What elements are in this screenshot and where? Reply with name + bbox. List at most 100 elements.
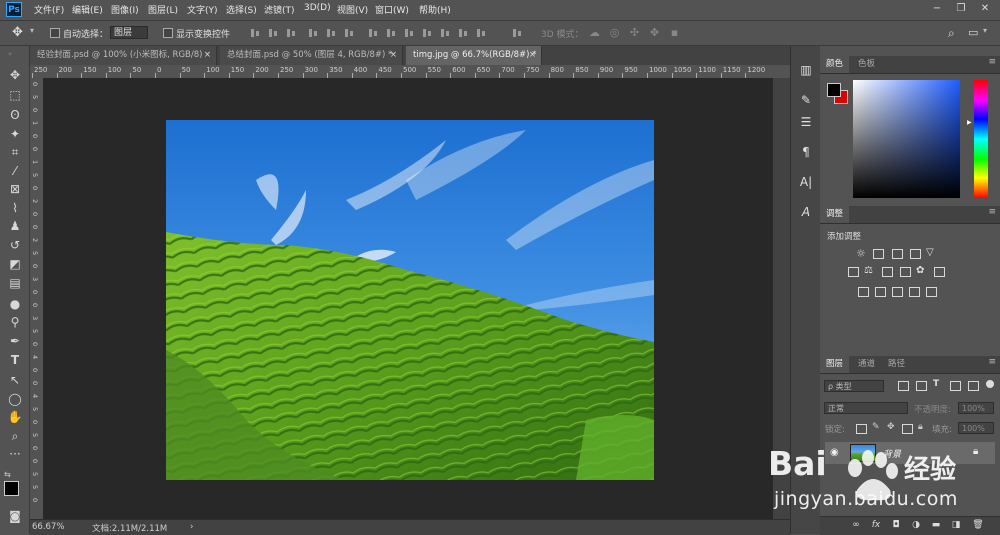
auto-select-checkbox[interactable] [50,28,60,38]
3d-slide-icon[interactable]: ✥ [648,26,661,39]
threshold-icon[interactable] [892,287,903,297]
distribute-vcenter-icon[interactable] [386,27,396,38]
opacity-input[interactable]: 100% [958,402,994,414]
distribute-hcenter-icon[interactable] [440,27,450,38]
tab-document-3[interactable]: timg.jpg @ 66.7%(RGB/8#) * × [406,46,542,65]
minimize-button[interactable]: − [926,2,948,16]
history-icon[interactable]: ▥ [798,62,814,78]
collapse-icon[interactable]: » [8,50,12,58]
marquee-icon[interactable]: ⬚ [7,87,23,103]
tab-document-2[interactable]: 总结封面.psd @ 50% (图层 4, RGB/8#) * × [220,46,403,65]
filter-smart-object-icon[interactable] [968,381,979,391]
zoom-icon[interactable]: ⌕ [7,428,23,444]
lock-all-icon[interactable]: 🔒︎ [918,422,923,432]
align-hcenter-icon[interactable] [326,27,336,38]
tab-paths[interactable]: 路径 [882,356,911,373]
gradient-map-icon[interactable] [926,287,937,297]
path-select-icon[interactable]: ↖ [7,372,23,388]
align-vcenter-icon[interactable] [268,27,278,38]
type-icon[interactable]: T [7,352,23,368]
lock-position-icon[interactable]: ✥ [887,422,895,432]
photo-filter-icon[interactable] [900,267,911,277]
color-lookup-icon[interactable] [934,267,945,277]
more-tools-icon[interactable]: ··· [7,446,23,462]
tab-swatches[interactable]: 色板 [852,56,881,73]
align-right-icon[interactable] [344,27,354,38]
hand-icon[interactable]: ✋ [7,409,23,425]
history-brush-icon[interactable]: ↺ [7,237,23,253]
new-group-icon[interactable]: ▬ [930,519,942,531]
panel-menu-icon[interactable]: ≡ [988,207,996,217]
vibrance-icon[interactable]: ▽ [926,247,934,258]
auto-align-icon[interactable] [476,27,486,38]
gradient-icon[interactable]: ▤ [7,275,23,291]
filter-shape-icon[interactable] [950,381,961,391]
panel-menu-icon[interactable]: ≡ [988,357,996,367]
menu-edit[interactable]: 编辑(E) [72,3,103,16]
layer-style-icon[interactable]: fx [870,519,882,531]
move-icon[interactable]: ✥ [7,67,23,83]
menu-select[interactable]: 选择(S) [226,3,257,16]
3d-rotate-icon[interactable]: ☁ [588,26,601,39]
align-bottom-icon[interactable] [286,27,296,38]
filter-adjustment-icon[interactable] [916,381,927,391]
blend-mode-dropdown[interactable]: 正常 [824,402,908,414]
distribute-bottom-icon[interactable] [404,27,414,38]
menu-type[interactable]: 文字(Y) [187,3,218,16]
status-menu-arrow[interactable]: › [190,522,193,532]
dodge-icon[interactable]: ⚲ [7,314,23,330]
hue-slider-handle-icon[interactable]: ▶ [967,119,972,126]
brush-icon[interactable]: ⌇ [7,200,23,216]
quick-mask-icon[interactable]: ◙ [7,508,23,524]
levels-icon[interactable] [873,249,884,259]
close-button[interactable]: ✕ [974,2,996,16]
lock-transparent-icon[interactable] [856,424,867,434]
lock-image-icon[interactable]: ✎ [872,422,880,432]
channel-mixer-icon[interactable]: ✿ [916,265,924,276]
hue-slider[interactable] [974,80,988,198]
tab-layers[interactable]: 图层 [820,356,850,373]
distribute-right-icon[interactable] [458,27,468,38]
tab-close-icon[interactable]: × [390,46,397,65]
character-icon[interactable]: A| [798,174,814,190]
brightness-contrast-icon[interactable]: ☼ [856,247,866,260]
hue-saturation-icon[interactable] [848,267,859,277]
brush-settings-icon[interactable]: ✎ [798,92,814,108]
swap-colors-icon[interactable]: ⇆ [4,470,11,479]
fill-input[interactable]: 100% [958,422,994,434]
menu-window[interactable]: 窗口(W) [375,3,409,16]
layer-filter-dropdown[interactable]: ρ 类型 [824,380,884,392]
new-layer-icon[interactable]: ◨ [950,519,962,531]
ellipse-icon[interactable]: ◯ [7,391,23,407]
stamp-icon[interactable]: ♟ [7,218,23,234]
filter-toggle-icon[interactable] [986,380,994,388]
color-picker-field[interactable] [853,80,960,198]
posterize-icon[interactable] [875,287,886,297]
curves-icon[interactable] [892,249,903,259]
3d-drag-icon[interactable]: ✣ [628,26,641,39]
search-icon[interactable]: ⌕ [948,26,955,41]
menu-file[interactable]: 文件(F) [34,3,64,16]
black-white-icon[interactable] [882,267,893,277]
menu-filter[interactable]: 滤镜(T) [264,3,295,16]
menu-view[interactable]: 视图(V) [337,3,368,16]
lock-artboard-icon[interactable] [902,424,913,434]
tab-adjustments[interactable]: 调整 [820,206,850,223]
foreground-color-swatch[interactable] [4,481,19,496]
pen-icon[interactable]: ✒ [7,333,23,349]
eyedropper-icon[interactable]: ⁄ [7,163,23,179]
properties-icon[interactable]: ☰ [798,114,814,130]
3d-scale-icon[interactable]: ▪ [668,26,681,39]
menu-image[interactable]: 图像(I) [111,3,139,16]
color-balance-icon[interactable]: ⚖ [864,265,873,276]
tab-close-icon[interactable]: × [529,46,536,65]
exposure-icon[interactable] [910,249,921,259]
link-layers-icon[interactable]: ∞ [850,519,862,531]
distribute-left-icon[interactable] [422,27,432,38]
lasso-icon[interactable]: ʘ [7,107,23,123]
tab-document-1[interactable]: 经验封面.psd @ 100% (小米图标, RGB/8) × [30,46,217,65]
menu-layer[interactable]: 图层(L) [148,3,178,16]
eraser-icon[interactable]: ◩ [7,256,23,272]
distribute-top-icon[interactable] [368,27,378,38]
panel-menu-icon[interactable]: ≡ [988,57,996,67]
